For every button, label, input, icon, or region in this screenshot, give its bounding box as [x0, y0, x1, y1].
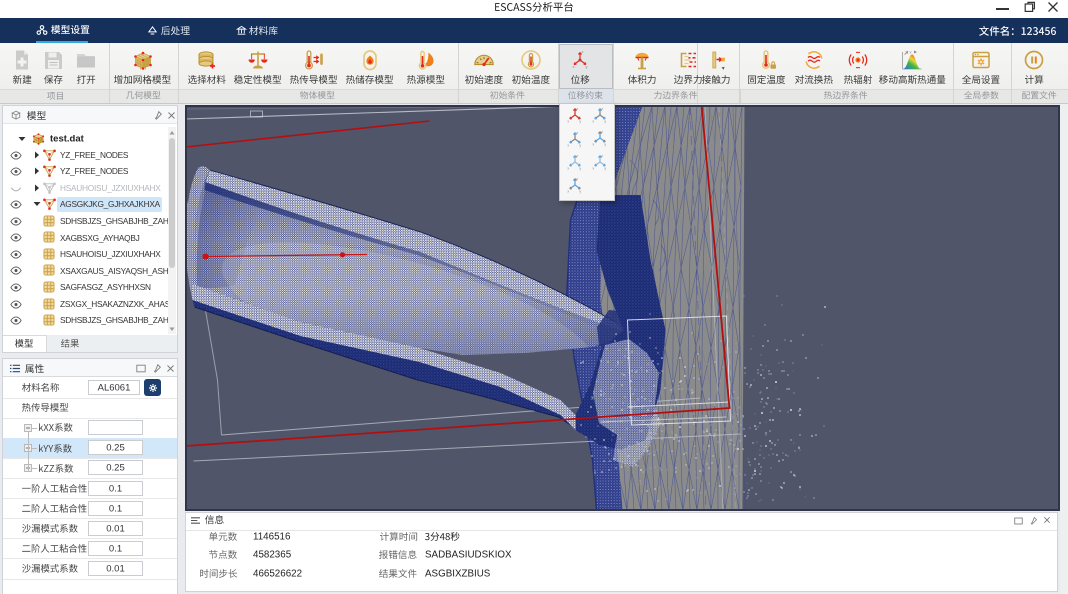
svg-text:y: y: [579, 190, 581, 194]
svg-text:x: x: [567, 143, 569, 147]
svg-text:x: x: [573, 64, 575, 69]
svg-text:y: y: [579, 120, 581, 124]
svg-text:y: y: [604, 166, 606, 170]
svg-text:z: z: [576, 107, 578, 111]
svg-text:y: y: [579, 167, 581, 171]
svg-text:z: z: [576, 177, 578, 181]
svg-text:y: y: [579, 143, 581, 147]
svg-text:x: x: [567, 190, 569, 194]
svg-text:z: z: [601, 130, 603, 134]
svg-text:x: x: [592, 119, 594, 123]
svg-text:z: z: [576, 131, 578, 135]
svg-text:x: x: [567, 167, 569, 171]
svg-text:y: y: [604, 119, 606, 123]
svg-text:z: z: [576, 154, 578, 158]
svg-text:y: y: [586, 64, 588, 69]
svg-text:y: y: [910, 49, 912, 54]
svg-text:x: x: [592, 143, 594, 147]
svg-text:x: x: [592, 166, 594, 170]
svg-text:z: z: [582, 49, 584, 54]
svg-text:z: z: [601, 107, 603, 111]
svg-text:z: z: [601, 154, 603, 158]
svg-text:x: x: [567, 120, 569, 124]
svg-text:y: y: [604, 143, 606, 147]
